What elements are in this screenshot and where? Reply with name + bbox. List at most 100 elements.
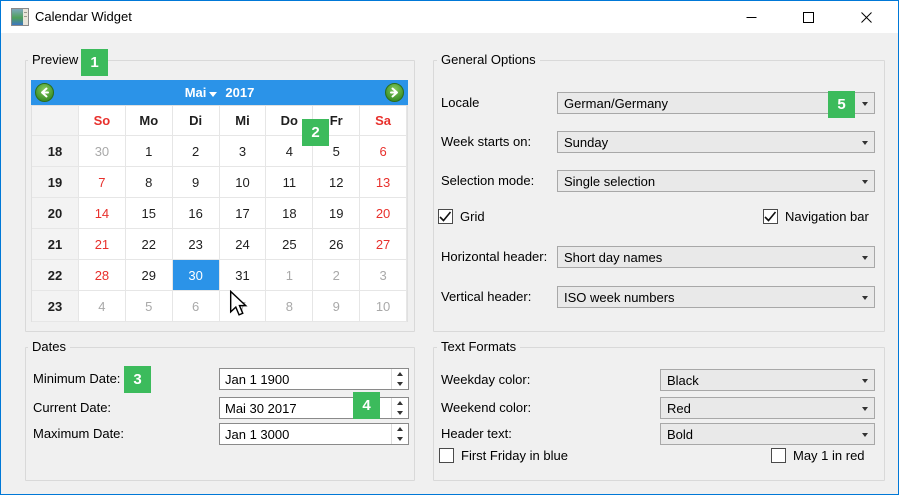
grid-checkbox-label: Grid [460, 208, 485, 226]
day-cell[interactable]: 8 [266, 291, 313, 322]
day-cell[interactable]: 5 [126, 291, 173, 322]
calendar-grid: SoMoDiMiDoFrSa18301234561978910111213201… [31, 105, 408, 322]
general-options-group-title: General Options [437, 52, 540, 68]
maximize-button[interactable] [785, 1, 831, 33]
day-cell[interactable]: 31 [220, 260, 267, 291]
minimum-date-spinbox[interactable]: Jan 1 1900 [219, 368, 409, 390]
close-icon [861, 12, 872, 23]
horizontal-header-combobox[interactable]: Short day names [557, 246, 875, 268]
spin-down-button[interactable] [392, 379, 408, 389]
day-cell[interactable]: 1 [266, 260, 313, 291]
chevron-down-icon [862, 102, 868, 106]
day-cell[interactable]: 6 [173, 291, 220, 322]
month-dropdown-icon [209, 92, 217, 97]
annotation-badge-5: 5 [828, 91, 855, 118]
day-cell[interactable]: 12 [313, 167, 360, 198]
day-cell[interactable]: 2 [313, 260, 360, 291]
selection-mode-combobox[interactable]: Single selection [557, 170, 875, 192]
day-cell[interactable]: 3 [360, 260, 407, 291]
calendar-navigation-bar: Mai 2017 [31, 80, 408, 105]
chevron-down-icon [862, 407, 868, 411]
day-cell[interactable]: 26 [313, 229, 360, 260]
calendar-corner-cell [32, 106, 79, 136]
month-button[interactable]: Mai [185, 85, 218, 100]
vertical-header-value: ISO week numbers [564, 290, 675, 305]
day-cell[interactable]: 28 [79, 260, 126, 291]
minimum-date-value[interactable]: Jan 1 1900 [220, 369, 391, 389]
day-cell[interactable]: 10 [360, 291, 407, 322]
day-cell[interactable]: 8 [126, 167, 173, 198]
day-name-header: Mo [126, 106, 173, 136]
mouse-cursor [229, 290, 248, 317]
horizontal-header-label: Horizontal header: [441, 248, 547, 266]
day-cell[interactable]: 24 [220, 229, 267, 260]
header-text-combobox[interactable]: Bold [660, 423, 875, 445]
spin-down-button[interactable] [392, 408, 408, 418]
chevron-down-icon [862, 296, 868, 300]
spin-down-button[interactable] [392, 434, 408, 444]
day-cell[interactable]: 23 [173, 229, 220, 260]
day-cell[interactable]: 9 [173, 167, 220, 198]
preview-group-title: Preview [28, 52, 82, 68]
grid-checkbox[interactable] [438, 209, 453, 224]
day-cell[interactable]: 6 [360, 136, 407, 167]
day-cell[interactable]: 13 [360, 167, 407, 198]
chevron-down-icon [862, 433, 868, 437]
day-cell[interactable]: 21 [79, 229, 126, 260]
chevron-down-icon [862, 141, 868, 145]
day-cell[interactable]: 15 [126, 198, 173, 229]
vertical-header-label: Vertical header: [441, 288, 531, 306]
maximum-date-value[interactable]: Jan 1 3000 [220, 424, 391, 444]
day-cell[interactable]: 10 [220, 167, 267, 198]
annotation-badge-1: 1 [81, 49, 108, 76]
vertical-header-combobox[interactable]: ISO week numbers [557, 286, 875, 308]
navigation-bar-checkbox[interactable] [763, 209, 778, 224]
current-date-spinbox[interactable]: Mai 30 2017 [219, 397, 409, 419]
weekend-color-value: Red [667, 401, 691, 416]
week-start-combobox[interactable]: Sunday [557, 131, 875, 153]
day-cell[interactable]: 22 [126, 229, 173, 260]
day-cell[interactable]: 9 [313, 291, 360, 322]
chevron-down-icon [862, 180, 868, 184]
week-number-cell: 19 [32, 167, 79, 198]
day-name-header: Mi [220, 106, 267, 136]
day-cell[interactable]: 20 [360, 198, 407, 229]
weekend-color-combobox[interactable]: Red [660, 397, 875, 419]
arrow-left-icon [39, 87, 50, 98]
previous-month-button[interactable] [35, 83, 54, 102]
check-icon [439, 211, 452, 222]
weekday-color-combobox[interactable]: Black [660, 369, 875, 391]
day-cell[interactable]: 1 [126, 136, 173, 167]
day-cell[interactable]: 30 [79, 136, 126, 167]
spin-up-button[interactable] [392, 369, 408, 379]
day-cell[interactable]: 11 [266, 167, 313, 198]
day-cell[interactable]: 7 [79, 167, 126, 198]
week-start-value: Sunday [564, 135, 608, 150]
day-cell[interactable]: 14 [79, 198, 126, 229]
spin-up-button[interactable] [392, 424, 408, 434]
day-cell[interactable]: 18 [266, 198, 313, 229]
next-month-button[interactable] [385, 83, 404, 102]
weekday-color-label: Weekday color: [441, 371, 530, 389]
chevron-down-icon [862, 379, 868, 383]
app-icon [11, 8, 29, 26]
close-button[interactable] [843, 1, 889, 33]
day-cell[interactable]: 29 [126, 260, 173, 291]
maximum-date-label: Maximum Date: [33, 425, 124, 443]
day-cell[interactable]: 25 [266, 229, 313, 260]
day-cell[interactable]: 17 [220, 198, 267, 229]
day-cell[interactable]: 4 [79, 291, 126, 322]
day-cell[interactable]: 19 [313, 198, 360, 229]
may-first-checkbox[interactable] [771, 448, 786, 463]
maximum-date-spinbox[interactable]: Jan 1 3000 [219, 423, 409, 445]
day-cell[interactable]: 2 [173, 136, 220, 167]
check-icon [764, 211, 777, 222]
day-cell[interactable]: 27 [360, 229, 407, 260]
day-cell[interactable]: 16 [173, 198, 220, 229]
minimize-button[interactable] [728, 1, 774, 33]
day-cell[interactable]: 30 [173, 260, 220, 291]
spin-up-button[interactable] [392, 398, 408, 408]
year-button[interactable]: 2017 [225, 85, 254, 100]
day-cell[interactable]: 3 [220, 136, 267, 167]
first-friday-checkbox[interactable] [439, 448, 454, 463]
